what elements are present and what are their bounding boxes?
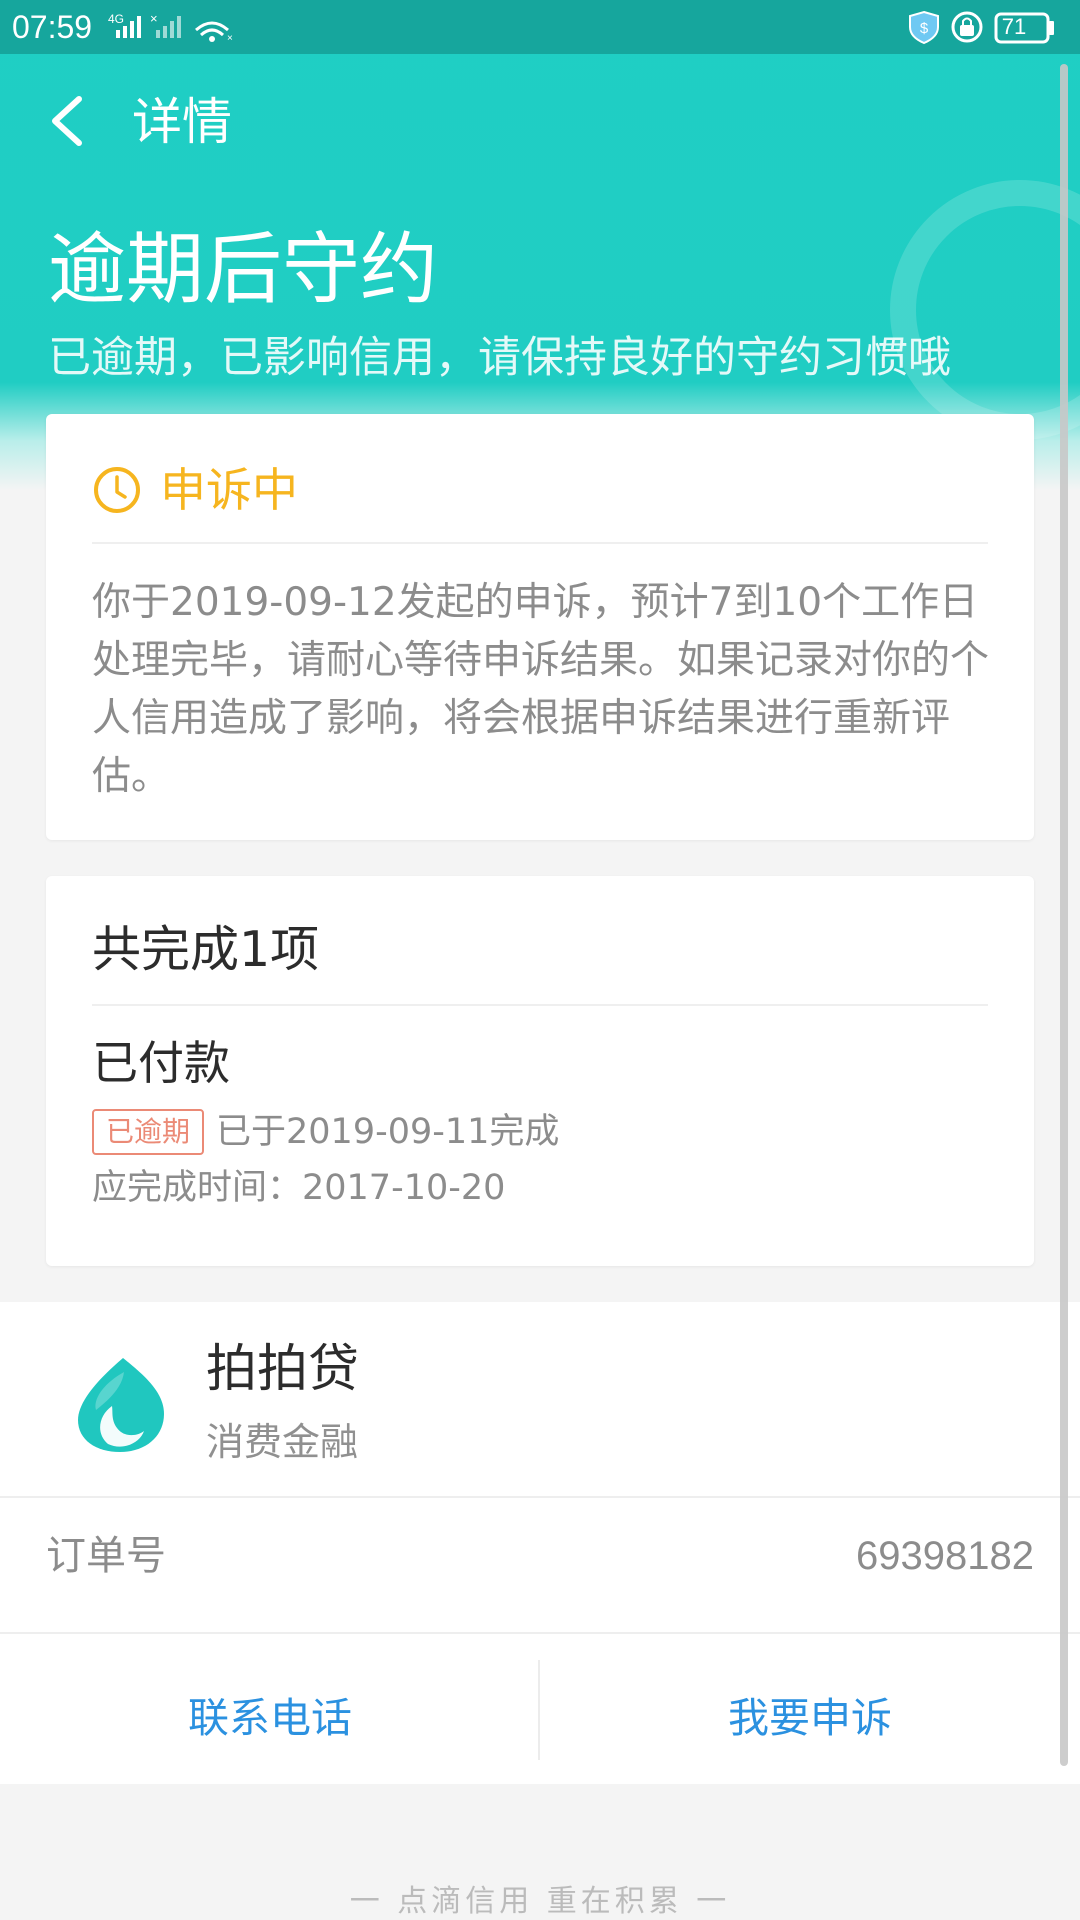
- water-drop-icon: [78, 1358, 164, 1452]
- hero-title: 逾期后守约: [48, 225, 439, 315]
- completion-heading: 共完成1项: [92, 921, 320, 978]
- status-divider: [92, 542, 988, 544]
- app-screen: 07:59 4G × × $ 71 详情 逾期后守约 已逾期，已影响信用，请保持…: [0, 0, 1080, 1920]
- footer-slogan: 一 点滴信用 重在积累 一: [349, 1884, 731, 1919]
- clock-icon: [94, 467, 140, 513]
- hero-subtitle: 已逾期，已影响信用，请保持良好的守约习惯哦: [48, 333, 951, 383]
- svg-text:×: ×: [150, 11, 158, 26]
- status-right-icons: $ 71: [906, 8, 1066, 46]
- signal-status-icon: 4G × ×: [108, 11, 233, 44]
- status-icons: $: [909, 10, 1054, 45]
- svg-text:$: $: [920, 20, 929, 37]
- completion-divider: [92, 1004, 988, 1006]
- appeal-status-card: 申诉中 你于2019-09-12发起的申诉，预计7到10个工作日处理完毕，请耐心…: [46, 414, 1034, 840]
- completion-item-title: 已付款: [92, 1036, 230, 1090]
- merchant-divider: [0, 1496, 1080, 1498]
- top-navigation: 详情: [0, 54, 1080, 194]
- credit-watermark-icon: [890, 180, 1080, 440]
- completion-card: 共完成1项 已付款 已逾期 已于2019-09-11完成 应完成时间：2017-…: [46, 876, 1034, 1266]
- merchant-type: 消费金融: [206, 1420, 359, 1464]
- page-title: 详情: [132, 93, 232, 151]
- order-number-value: 69398182: [856, 1534, 1034, 1578]
- actions-divider: [0, 1632, 1080, 1634]
- back-button[interactable]: [34, 88, 100, 154]
- appeal-button[interactable]: 我要申诉: [540, 1668, 1080, 1768]
- contact-phone-button[interactable]: 联系电话: [0, 1668, 540, 1768]
- status-bar: 07:59 4G × × $ 71: [0, 0, 1080, 54]
- status-time: 07:59: [12, 9, 93, 45]
- merchant-name: 拍拍贷: [206, 1340, 360, 1399]
- battery-level: 71: [1001, 14, 1027, 39]
- merchant-panel: 拍拍贷 消费金融 订单号 69398182 联系电话 我要申诉: [0, 1302, 1080, 1784]
- due-date: 应完成时间：2017-10-20: [92, 1168, 506, 1208]
- completed-date: 已于2019-09-11完成: [216, 1112, 560, 1152]
- back-arrow-icon: [52, 96, 82, 146]
- overdue-badge: 已逾期: [92, 1109, 205, 1155]
- completion-status-row: 已逾期 已于2019-09-11完成: [92, 1108, 559, 1156]
- order-number-label: 订单号: [46, 1533, 166, 1579]
- scrollbar[interactable]: [1060, 64, 1068, 1766]
- appeal-status-label: 申诉中: [160, 463, 298, 517]
- network-type-text: 4G: [108, 12, 124, 26]
- appeal-status-header: 申诉中: [92, 460, 298, 520]
- svg-text:×: ×: [227, 33, 233, 44]
- appeal-description: 你于2019-09-12发起的申诉，预计7到10个工作日处理完毕，请耐心等待申诉…: [92, 580, 990, 799]
